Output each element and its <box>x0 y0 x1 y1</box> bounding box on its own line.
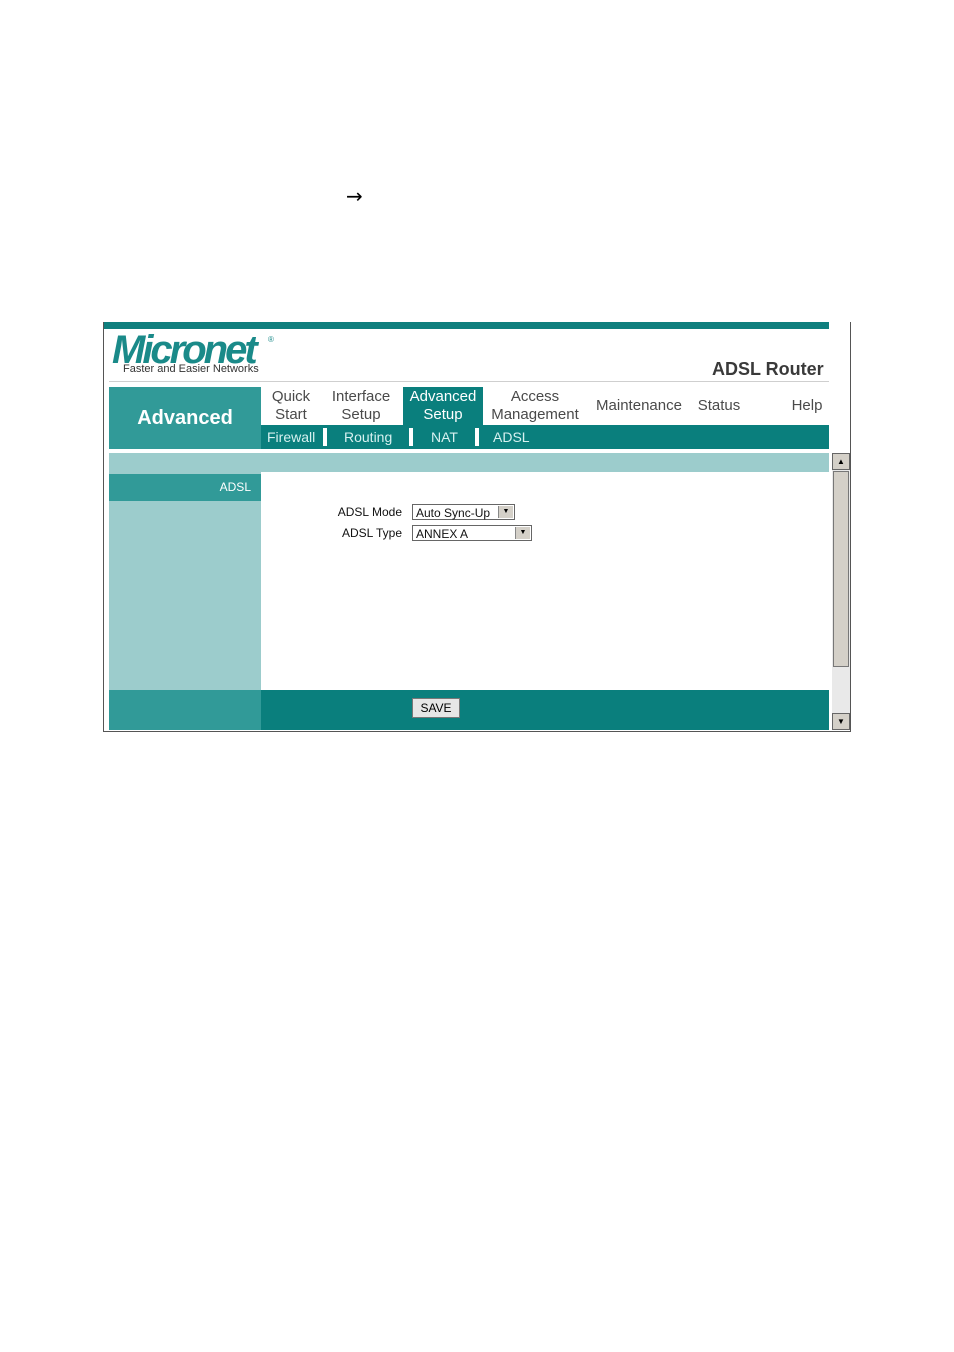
adsl-type-select[interactable]: ANNEX A ▼ <box>412 525 532 541</box>
nav-maintenance[interactable]: Maintenance <box>590 387 688 425</box>
scroll-down-icon[interactable]: ▼ <box>832 713 850 730</box>
adsl-mode-value: Auto Sync-Up <box>416 506 491 520</box>
adsl-type-value: ANNEX A <box>416 527 469 541</box>
adsl-type-label: ADSL Type <box>341 526 402 540</box>
subnav-adsl[interactable]: ADSL <box>493 425 530 449</box>
section-title: Advanced <box>109 387 261 449</box>
adsl-mode-label: ADSL Mode <box>337 505 402 519</box>
product-name: ADSL Router <box>712 359 824 379</box>
logo-registered-mark: ® <box>268 335 274 344</box>
arrow-icon: → <box>346 184 363 208</box>
nav-quick-start-line2: Start <box>275 406 307 423</box>
nav-advanced-setup[interactable]: Advanced Setup <box>403 387 483 425</box>
nav-advanced-setup-line1: Advanced <box>409 388 477 405</box>
chevron-down-icon: ▼ <box>515 527 530 539</box>
nav-interface-setup[interactable]: Interface Setup <box>324 387 398 425</box>
sidebar-heading: ADSL <box>109 474 261 501</box>
header-divider <box>109 381 829 382</box>
scroll-up-icon[interactable]: ▲ <box>832 453 850 470</box>
nav-quick-start[interactable]: Quick Start <box>264 387 318 425</box>
scrollbar-thumb[interactable] <box>833 471 849 667</box>
sidebar-column <box>109 472 261 690</box>
router-admin-window: Micronet ® Faster and Easier Networks AD… <box>103 322 851 732</box>
nav-quick-start-line1: Quick <box>271 388 311 405</box>
logo-tagline: Faster and Easier Networks <box>123 363 259 375</box>
nav-access-management[interactable]: Access Management <box>486 387 584 425</box>
nav-status[interactable]: Status <box>692 387 746 425</box>
subnav-routing[interactable]: Routing <box>344 425 392 449</box>
footer-bar <box>261 690 829 730</box>
content-band <box>109 453 829 472</box>
subnav-firewall[interactable]: Firewall <box>267 425 315 449</box>
subnav-nat[interactable]: NAT <box>431 425 458 449</box>
nav-access-management-line2: Management <box>491 406 579 423</box>
nav-help[interactable]: Help <box>784 387 830 425</box>
nav-interface-setup-line1: Interface <box>331 388 391 405</box>
subnav-separator <box>409 428 413 446</box>
adsl-mode-select[interactable]: Auto Sync-Up ▼ <box>412 504 515 520</box>
chevron-down-icon: ▼ <box>498 506 513 518</box>
subnav-separator <box>475 428 479 446</box>
save-button[interactable]: SAVE <box>412 698 460 718</box>
footer-sidebar <box>109 690 261 730</box>
nav-interface-setup-line2: Setup <box>341 406 381 423</box>
nav-access-management-line1: Access <box>510 388 560 405</box>
nav-advanced-setup-line2: Setup <box>423 406 463 423</box>
subnav-separator <box>323 428 327 446</box>
